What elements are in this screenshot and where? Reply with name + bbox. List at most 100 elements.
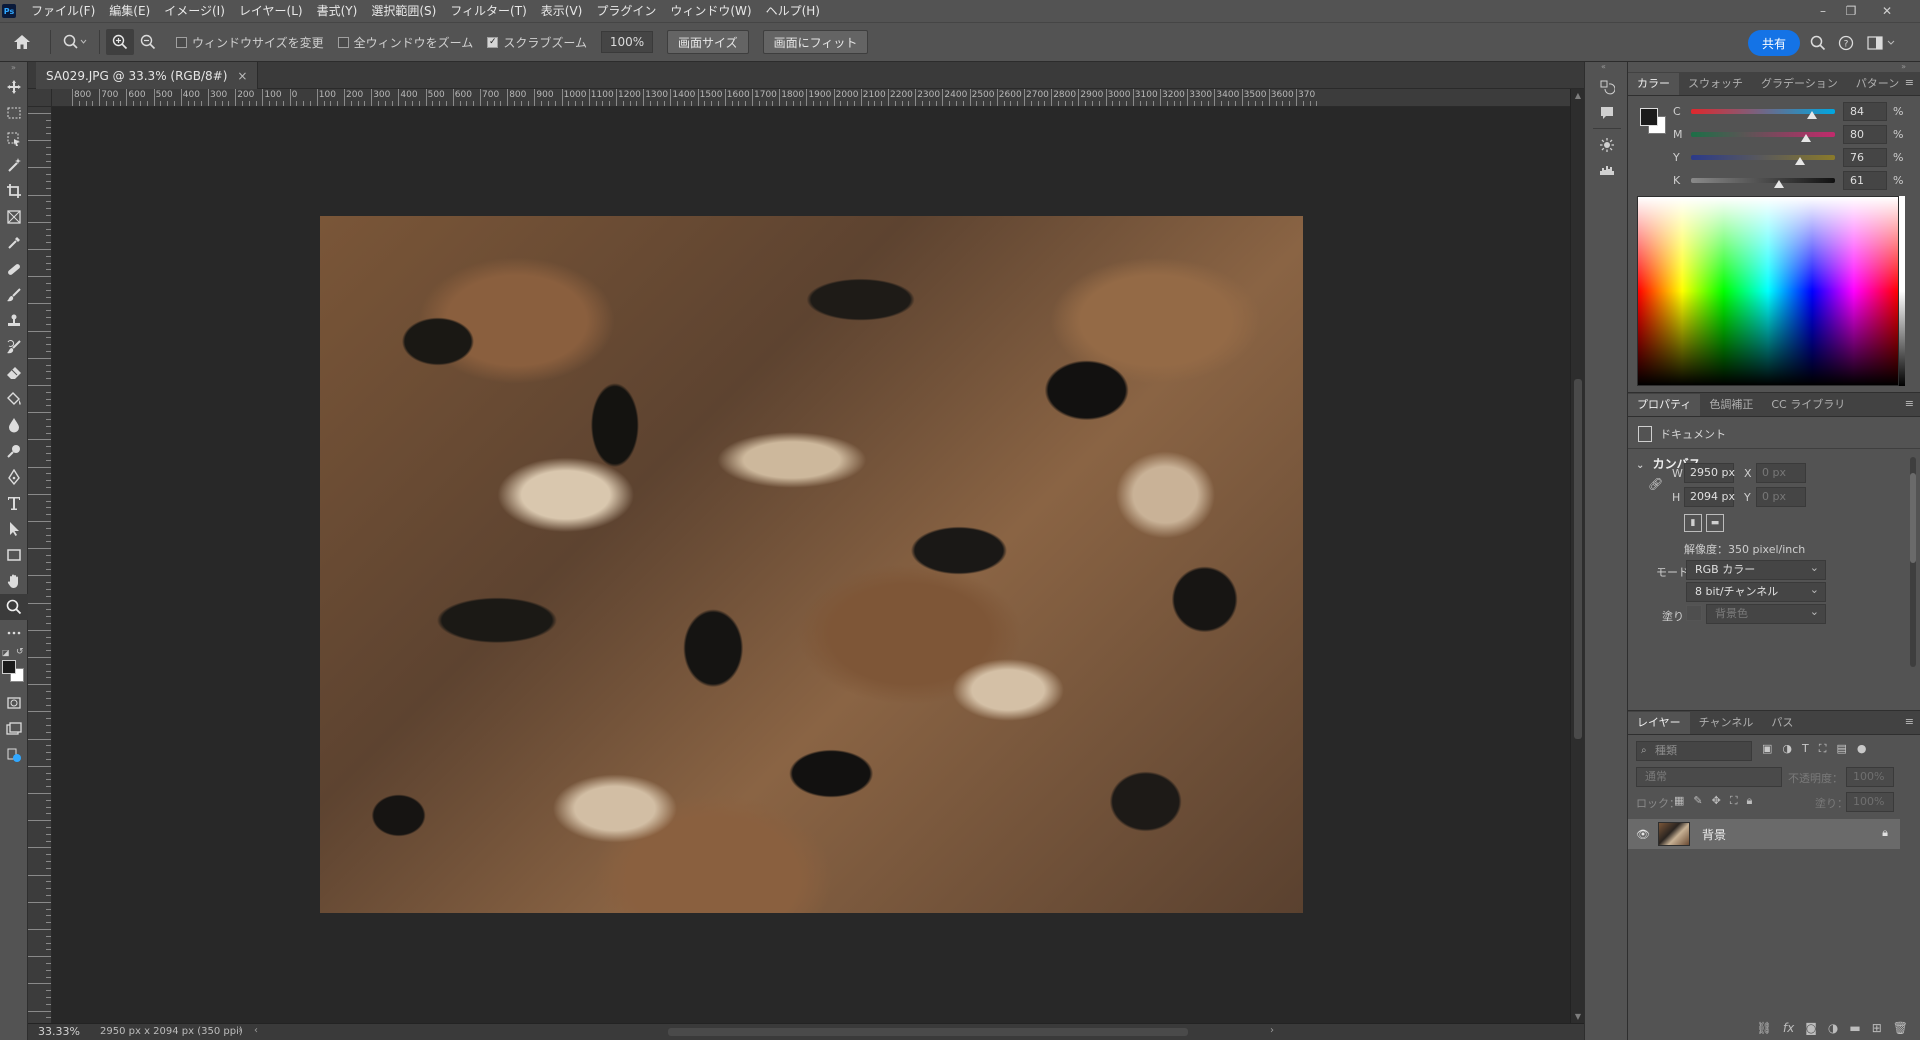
cyan-slider-knob[interactable] <box>1806 111 1817 119</box>
link-layers-icon[interactable]: ⛓ <box>1757 1021 1772 1035</box>
tab-paths[interactable]: パス <box>1762 712 1802 734</box>
visibility-eye-icon[interactable]: 👁︎ <box>1632 828 1654 841</box>
fill-color-swatch[interactable] <box>1686 605 1702 621</box>
menu-plugins[interactable]: プラグイン <box>589 0 663 22</box>
menu-view[interactable]: 表示(V) <box>534 0 590 22</box>
panel-menu-icon[interactable]: ≡ <box>1905 397 1914 410</box>
resize-windows-checkbox[interactable]: ウィンドウサイズを変更 <box>176 34 324 51</box>
layer-name[interactable]: 背景 <box>1702 826 1726 843</box>
share-button[interactable]: 共有 <box>1748 30 1800 56</box>
granite-image-canvas[interactable] <box>320 216 1303 913</box>
pixel-layer-filter-icon[interactable]: ▣ <box>1762 742 1772 756</box>
object-selection-tool[interactable] <box>0 126 28 152</box>
zoom-out-mode-button[interactable] <box>134 29 162 55</box>
smart-object-filter-icon[interactable]: ▤ <box>1836 742 1846 756</box>
paint-bucket-tool[interactable] <box>0 386 28 412</box>
blend-mode-select[interactable]: 通常 <box>1636 767 1782 787</box>
fill-select[interactable]: 背景色 <box>1706 603 1826 624</box>
canvas-width-field[interactable]: 2950 px <box>1684 463 1735 483</box>
document-tab[interactable]: SA029.JPG @ 33.3% (RGB/8#) × <box>36 62 259 89</box>
canvas-height-field[interactable]: 2094 px <box>1684 487 1735 507</box>
add-mask-icon[interactable]: ◙ <box>1805 1021 1817 1035</box>
magenta-value-field[interactable]: 80 <box>1843 125 1887 144</box>
filter-toggle-icon[interactable]: ● <box>1857 742 1867 756</box>
new-layer-icon[interactable]: ⊞ <box>1872 1021 1882 1035</box>
panel-collapse-icon[interactable]: « <box>1601 62 1606 71</box>
portrait-orientation-button[interactable]: ▮ <box>1684 514 1702 532</box>
opacity-field[interactable]: 100% <box>1846 767 1894 787</box>
canvas-area[interactable] <box>52 107 1570 1023</box>
frame-tool[interactable] <box>0 204 28 230</box>
tab-adjustments[interactable]: 色調補正 <box>1700 394 1762 416</box>
bit-depth-select[interactable]: 8 bit/チャンネル <box>1686 581 1826 602</box>
checkbox-box[interactable] <box>176 36 187 48</box>
tab-channels[interactable]: チャンネル <box>1690 712 1763 734</box>
properties-scroll-thumb[interactable] <box>1910 473 1916 563</box>
zoom-in-mode-button[interactable] <box>106 29 134 55</box>
cloud-documents-button[interactable] <box>0 742 28 768</box>
menu-help[interactable]: ヘルプ(H) <box>759 0 827 22</box>
close-window-button[interactable]: ✕ <box>1872 0 1902 22</box>
magenta-slider-knob[interactable] <box>1801 134 1812 142</box>
fit-screen-button[interactable]: 画面にフィット <box>762 30 869 54</box>
vertical-ruler[interactable] <box>28 107 52 1023</box>
vertical-scroll-thumb[interactable] <box>1574 379 1582 739</box>
color-spectrum-picker[interactable] <box>1637 196 1899 386</box>
histogram-panel-button[interactable] <box>1597 158 1617 180</box>
swap-colors-icon[interactable]: ↺ <box>16 647 24 657</box>
dock-collapse-icon[interactable]: » <box>1901 62 1906 71</box>
tab-cc-libraries[interactable]: CC ライブラリ <box>1762 394 1854 416</box>
restore-button[interactable]: ❐ <box>1836 0 1866 22</box>
scroll-down-icon[interactable]: ▼ <box>1571 1012 1585 1021</box>
color-mode-select[interactable]: RGB カラー <box>1686 559 1826 580</box>
tab-properties[interactable]: プロパティ <box>1628 394 1701 416</box>
yellow-value-field[interactable]: 76 <box>1843 148 1887 167</box>
menu-filter[interactable]: フィルター(T) <box>443 0 533 22</box>
screen-mode-button[interactable] <box>0 716 28 742</box>
tab-layers[interactable]: レイヤー <box>1628 712 1690 734</box>
scrubby-zoom-checkbox[interactable]: ✓ スクラブズーム <box>487 34 587 51</box>
marquee-tool[interactable] <box>0 100 28 126</box>
black-slider[interactable] <box>1691 178 1835 183</box>
status-menu-arrow-icon[interactable]: › <box>238 1025 242 1036</box>
black-slider-knob[interactable] <box>1773 180 1784 188</box>
adjustments-panel-button[interactable] <box>1597 134 1617 156</box>
layer-filter-select[interactable]: ⌕ 種類 <box>1636 741 1752 761</box>
zoom-tool[interactable] <box>0 594 28 620</box>
canvas-x-field[interactable]: 0 px <box>1756 463 1806 483</box>
fill-screen-button[interactable]: 画面サイズ <box>666 30 749 54</box>
rectangle-tool[interactable] <box>0 542 28 568</box>
foreground-color-swatch[interactable] <box>2 660 16 674</box>
type-layer-filter-icon[interactable]: T <box>1802 742 1809 756</box>
menu-type[interactable]: 書式(Y) <box>310 0 365 22</box>
help-button[interactable]: ? <box>1834 30 1858 56</box>
eraser-tool[interactable] <box>0 360 28 386</box>
crop-tool[interactable] <box>0 178 28 204</box>
scroll-up-icon[interactable]: ▲ <box>1571 91 1585 100</box>
tab-gradients[interactable]: グラデーション <box>1752 73 1847 95</box>
menu-select[interactable]: 選択範囲(S) <box>364 0 443 22</box>
eyedropper-tool[interactable] <box>0 230 28 256</box>
brush-tool[interactable] <box>0 282 28 308</box>
properties-scrollbar[interactable] <box>1910 457 1916 667</box>
yellow-slider[interactable] <box>1691 155 1835 160</box>
layer-lock-icon[interactable]: 🔒︎ <box>1882 826 1888 840</box>
zoom-percent-field[interactable]: 100% <box>600 31 653 53</box>
delete-layer-icon[interactable]: 🗑︎ <box>1893 1021 1908 1035</box>
move-tool[interactable] <box>0 74 28 100</box>
quick-mask-button[interactable] <box>0 690 28 716</box>
zoom-all-windows-checkbox[interactable]: 全ウィンドウをズーム <box>337 34 473 51</box>
shape-layer-filter-icon[interactable]: ⛶ <box>1819 742 1827 756</box>
comments-panel-button[interactable] <box>1597 102 1617 124</box>
landscape-orientation-button[interactable]: ▬ <box>1706 514 1724 532</box>
close-tab-icon[interactable]: × <box>237 69 247 83</box>
layer-fill-field[interactable]: 100% <box>1846 792 1894 812</box>
menu-window[interactable]: ウィンドウ(W) <box>663 0 758 22</box>
edit-toolbar-button[interactable] <box>0 620 28 646</box>
horizontal-scroll-thumb[interactable] <box>668 1028 1188 1036</box>
menu-edit[interactable]: 編集(E) <box>102 0 157 22</box>
black-value-field[interactable]: 61 <box>1843 171 1887 190</box>
magic-wand-tool[interactable] <box>0 152 28 178</box>
panel-menu-icon[interactable]: ≡ <box>1905 76 1914 89</box>
yellow-slider-knob[interactable] <box>1795 157 1806 165</box>
